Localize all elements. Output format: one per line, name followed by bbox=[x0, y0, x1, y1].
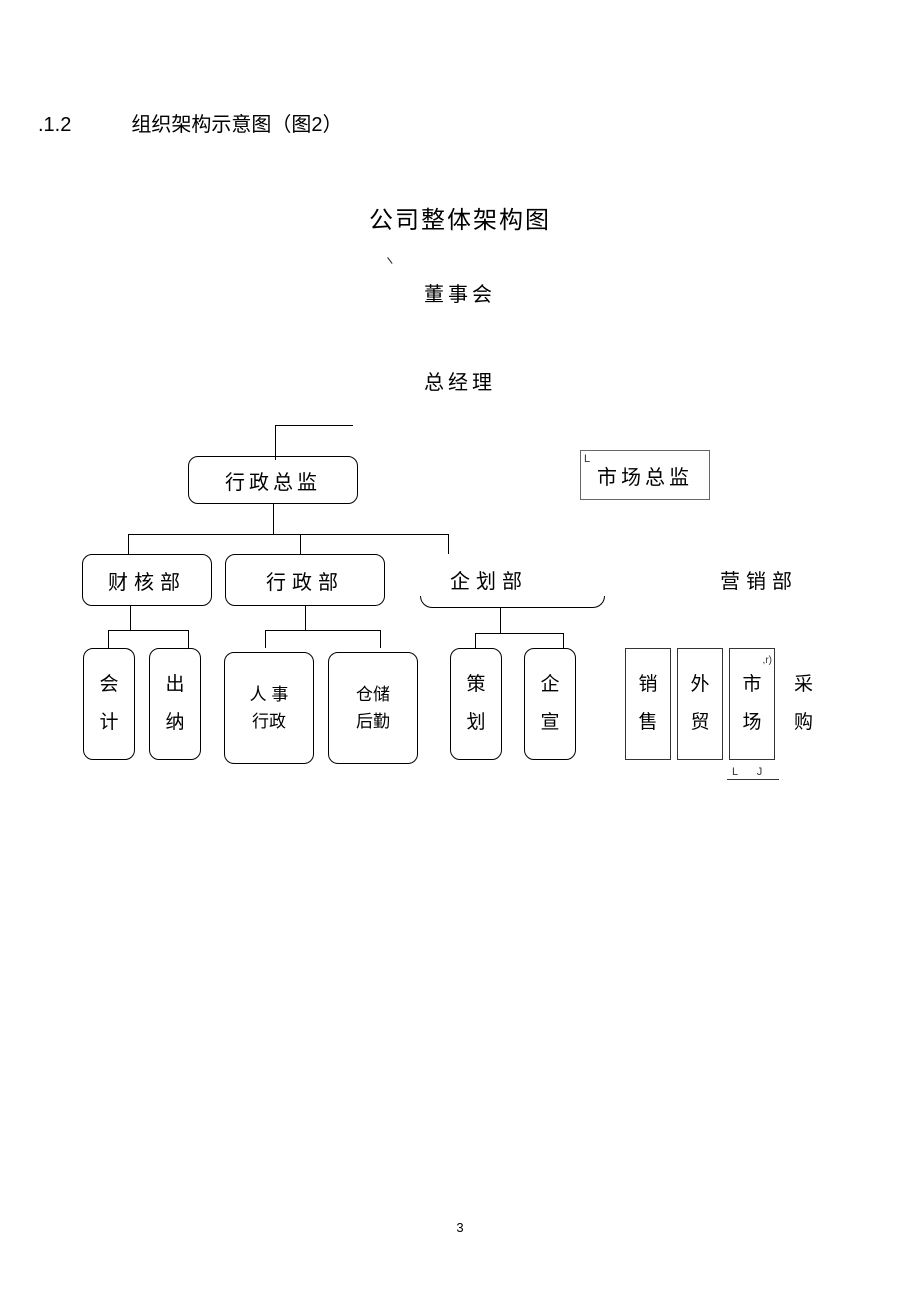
connector-line bbox=[108, 630, 188, 631]
connector-line bbox=[128, 534, 448, 535]
corner-mark: ,r) bbox=[763, 651, 772, 671]
node-procurement: 采 购 bbox=[781, 648, 826, 760]
connector-line bbox=[128, 534, 129, 554]
node-publicity: 企 宣 bbox=[524, 648, 576, 760]
node-market: ,r) 市 场 bbox=[729, 648, 775, 760]
node-warehouse: 仓储 后勤 bbox=[328, 652, 418, 764]
figure-number: 2 bbox=[311, 114, 322, 136]
section-heading: .1.2 组织架构示意图（图2） bbox=[38, 108, 342, 137]
dept-finaudit-label: 财核部 bbox=[108, 566, 186, 595]
connector-line bbox=[188, 630, 189, 648]
connector-line bbox=[265, 630, 380, 631]
node-hr-admin: 人 事 行政 bbox=[224, 652, 314, 764]
connector-line bbox=[275, 425, 353, 426]
node-board: 董事会 bbox=[0, 278, 920, 307]
mkt-char1: 市 bbox=[742, 666, 761, 704]
wh-line2: 后勤 bbox=[356, 708, 390, 735]
section-title: 组织架构示意图（图 bbox=[131, 114, 311, 136]
hr-line1: 人 事 bbox=[250, 681, 289, 708]
cashier-char1: 出 bbox=[165, 666, 184, 704]
leaf-group-planning: 策 划 企 宣 bbox=[450, 648, 576, 760]
accounting-char1: 会 bbox=[99, 666, 118, 704]
connector-line bbox=[108, 630, 109, 648]
proc-char1: 采 bbox=[794, 666, 813, 704]
underline-mark bbox=[727, 779, 779, 780]
cashier-char2: 纳 bbox=[165, 704, 184, 742]
pub-char2: 宣 bbox=[540, 704, 559, 742]
connector-line bbox=[475, 633, 476, 648]
leaf-group-finance: 会 计 出 纳 bbox=[83, 648, 201, 760]
node-dept-admin: 行政部 bbox=[225, 554, 385, 606]
node-foreign-trade: 外 贸 bbox=[677, 648, 723, 760]
brace-icon bbox=[420, 596, 605, 608]
node-plan: 策 划 bbox=[450, 648, 502, 760]
connector-line bbox=[500, 608, 501, 633]
node-accounting: 会 计 bbox=[83, 648, 135, 760]
squiggle-mark: ⸌ bbox=[383, 252, 392, 276]
connector-line bbox=[300, 534, 301, 554]
connector-line bbox=[448, 534, 449, 554]
node-dept-sales: 营销部 bbox=[720, 565, 798, 594]
node-general-manager: 总经理 bbox=[0, 366, 920, 395]
dept-admin-label: 行政部 bbox=[266, 566, 344, 595]
hr-line2: 行政 bbox=[252, 708, 286, 735]
section-number: .1.2 bbox=[38, 114, 71, 136]
node-dept-finance-audit: 财核部 bbox=[82, 554, 212, 606]
connector-line bbox=[130, 606, 131, 630]
connector-line bbox=[273, 504, 274, 534]
leaf-group-sales: 销 售 外 贸 ,r) 市 场 采 购 bbox=[625, 648, 826, 760]
leaf-group-admin: 人 事 行政 仓储 后勤 bbox=[224, 652, 418, 764]
ft-char2: 贸 bbox=[690, 704, 709, 742]
node-admin-director: 行政总监 bbox=[188, 456, 358, 504]
connector-line bbox=[275, 425, 276, 460]
sales-char2: 售 bbox=[638, 704, 657, 742]
section-close: ） bbox=[322, 114, 342, 136]
connector-line bbox=[305, 606, 306, 630]
mkt-char2: 场 bbox=[742, 704, 761, 742]
lj-mark: L J bbox=[732, 766, 770, 778]
accounting-char2: 计 bbox=[99, 704, 118, 742]
market-director-label: 市场总监 bbox=[597, 461, 693, 490]
proc-char2: 购 bbox=[794, 704, 813, 742]
ft-char1: 外 bbox=[690, 666, 709, 704]
diagram-main-title: 公司整体架构图 bbox=[0, 200, 920, 235]
connector-line bbox=[265, 630, 266, 648]
pub-char1: 企 bbox=[540, 666, 559, 704]
node-dept-planning: 企划部 bbox=[450, 565, 528, 594]
node-market-director: 市场总监 bbox=[580, 450, 710, 500]
plan-char2: 划 bbox=[466, 704, 485, 742]
node-cashier: 出 纳 bbox=[149, 648, 201, 760]
page-number: 3 bbox=[0, 1220, 920, 1235]
admin-director-label: 行政总监 bbox=[225, 466, 321, 495]
corner-mark: L bbox=[584, 453, 590, 465]
node-sales: 销 售 bbox=[625, 648, 671, 760]
wh-line1: 仓储 bbox=[356, 681, 390, 708]
connector-line bbox=[563, 633, 564, 648]
sales-char1: 销 bbox=[638, 666, 657, 704]
plan-char1: 策 bbox=[466, 666, 485, 704]
connector-line bbox=[475, 633, 563, 634]
connector-line bbox=[380, 630, 381, 648]
